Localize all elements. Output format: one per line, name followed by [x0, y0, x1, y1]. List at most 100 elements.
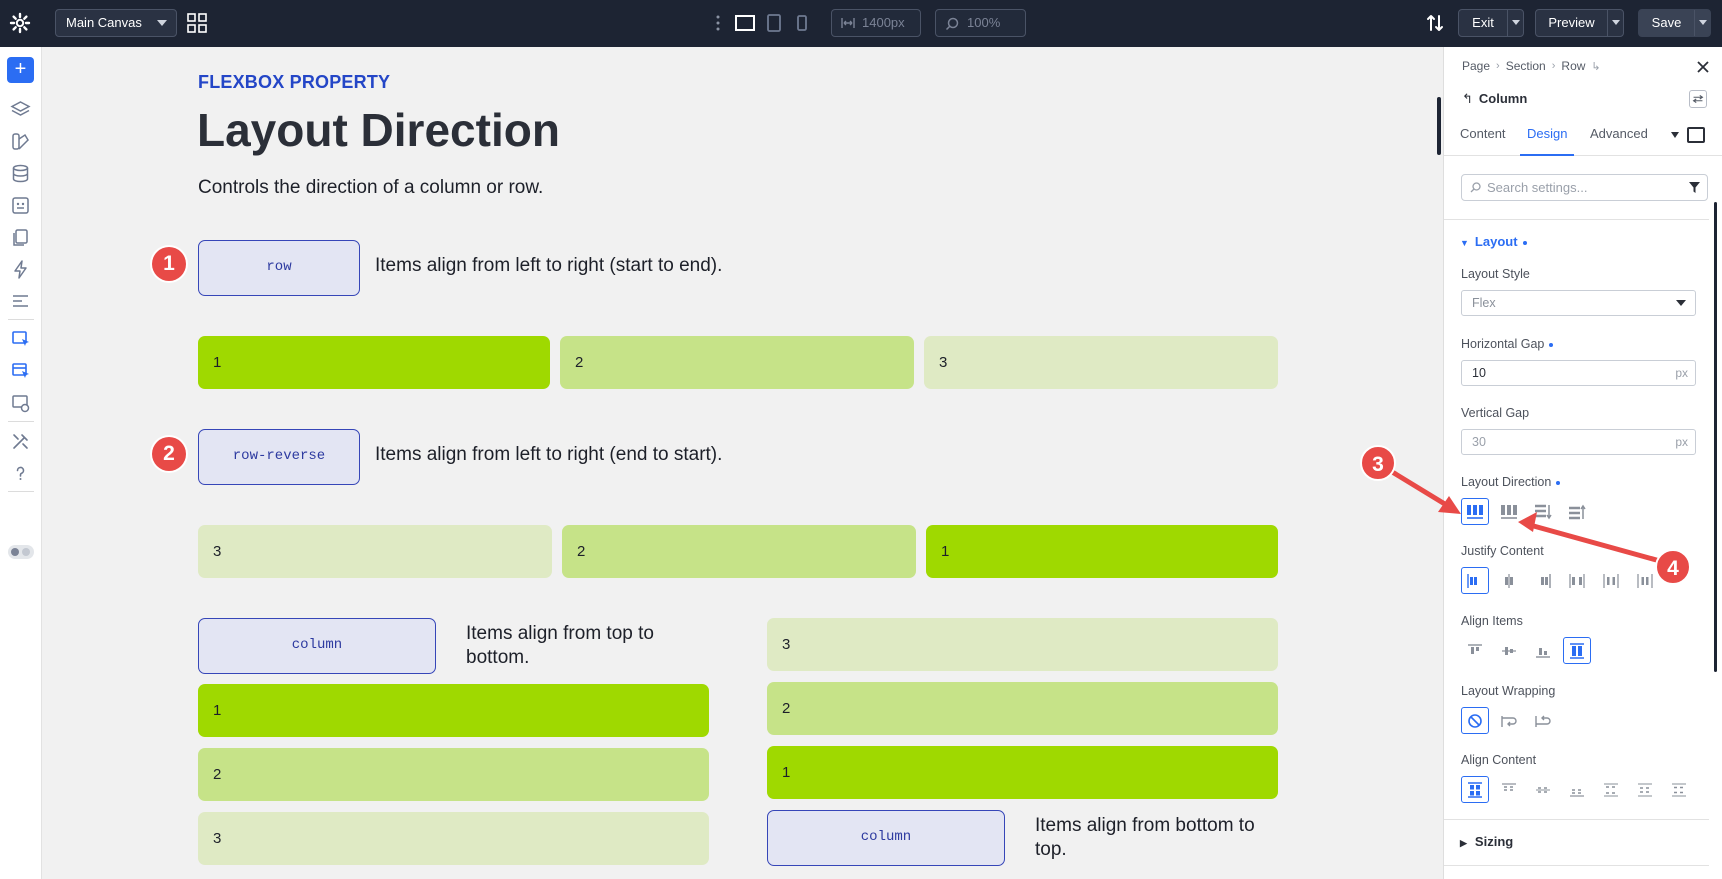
- save-options-toggle[interactable]: [1694, 10, 1710, 36]
- mode-toggle[interactable]: [8, 545, 34, 559]
- layout-grid-icon[interactable]: [187, 13, 207, 33]
- justify-space-around-button[interactable]: [1597, 567, 1625, 594]
- tab-advanced[interactable]: Advanced: [1590, 115, 1648, 156]
- sort-arrows-icon[interactable]: [1424, 12, 1446, 34]
- panel-options-icon[interactable]: [1689, 90, 1707, 108]
- exit-options-toggle[interactable]: [1507, 10, 1523, 36]
- wrap-button[interactable]: [1495, 707, 1523, 734]
- align-content-center-button[interactable]: [1529, 776, 1557, 803]
- flex-item[interactable]: 2: [198, 748, 709, 801]
- align-content-space-around-button[interactable]: [1631, 776, 1659, 803]
- justify-space-between-button[interactable]: [1563, 567, 1591, 594]
- flex-item[interactable]: 1: [767, 746, 1278, 799]
- align-content-end-button[interactable]: [1563, 776, 1591, 803]
- layout-style-select[interactable]: Flex: [1461, 290, 1696, 316]
- add-element-button[interactable]: +: [7, 57, 34, 83]
- flex-item[interactable]: 3: [767, 618, 1278, 671]
- wrap-reverse-button[interactable]: [1529, 707, 1557, 734]
- exit-button[interactable]: Exit: [1458, 9, 1524, 37]
- chevron-right-icon: ›: [1496, 60, 1500, 72]
- preview-label: Preview: [1548, 15, 1595, 30]
- flex-item[interactable]: 3: [924, 336, 1278, 389]
- flex-item[interactable]: 2: [767, 682, 1278, 735]
- canvas-select[interactable]: Main Canvas: [55, 9, 177, 37]
- tab-design[interactable]: Design: [1520, 115, 1575, 156]
- direction-chip-row[interactable]: row: [198, 240, 360, 296]
- template-icon[interactable]: [10, 195, 31, 216]
- design-palette-icon[interactable]: [10, 131, 31, 152]
- panel-scrollbar[interactable]: [1714, 202, 1717, 672]
- modified-indicator: [1522, 240, 1527, 245]
- justify-end-button[interactable]: [1529, 567, 1557, 594]
- canvas-width-input[interactable]: 1400px: [831, 9, 921, 37]
- help-icon[interactable]: [10, 463, 31, 484]
- horizontal-gap-input[interactable]: 10 px: [1461, 360, 1696, 386]
- layout-direction-options: [1461, 498, 1591, 525]
- direction-chip-column[interactable]: column: [198, 618, 436, 674]
- section-divider: [1444, 819, 1709, 820]
- tab-content[interactable]: Content: [1460, 115, 1506, 156]
- settings-gear-icon[interactable]: [8, 11, 32, 35]
- justify-start-button[interactable]: [1461, 567, 1489, 594]
- theme-customizer-icon[interactable]: [10, 361, 31, 382]
- layers-icon[interactable]: [10, 99, 31, 120]
- builder-app: Main Canvas 1400px 100% Exit Preview Sav…: [0, 0, 1722, 879]
- direction-chip-column-reverse[interactable]: column: [767, 810, 1005, 866]
- database-icon[interactable]: [10, 163, 31, 184]
- align-start-button[interactable]: [1461, 637, 1489, 664]
- justify-space-evenly-button[interactable]: [1631, 567, 1659, 594]
- pages-icon[interactable]: [10, 227, 31, 248]
- flex-item[interactable]: 1: [198, 336, 550, 389]
- back-arrow-icon[interactable]: ↰: [1462, 91, 1473, 106]
- align-content-stretch-icon: [1468, 781, 1482, 798]
- phone-view-icon[interactable]: [791, 13, 813, 33]
- breadcrumb-row[interactable]: Row: [1561, 59, 1585, 73]
- tablet-view-icon[interactable]: [763, 13, 785, 33]
- portability-icon[interactable]: [10, 393, 31, 414]
- align-content-stretch-button[interactable]: [1461, 776, 1489, 803]
- preview-options-toggle[interactable]: [1607, 10, 1623, 36]
- chevron-down-icon[interactable]: [1671, 132, 1679, 138]
- save-button[interactable]: Save: [1638, 9, 1711, 37]
- breadcrumb-page[interactable]: Page: [1462, 59, 1490, 73]
- section-sizing-toggle[interactable]: ▶ Sizing: [1460, 834, 1513, 849]
- align-content-space-between-button[interactable]: [1597, 776, 1625, 803]
- flex-item[interactable]: 3: [198, 812, 709, 865]
- direction-chip-row-reverse[interactable]: row-reverse: [198, 429, 360, 485]
- section-layout-toggle[interactable]: ▼ Layout: [1460, 234, 1527, 249]
- filter-icon[interactable]: [1688, 181, 1701, 194]
- vertical-gap-input[interactable]: 30 px: [1461, 429, 1696, 455]
- close-icon[interactable]: [1695, 59, 1711, 75]
- tools-icon[interactable]: [10, 431, 31, 452]
- flex-item[interactable]: 2: [562, 525, 916, 578]
- left-sidebar: +: [0, 47, 42, 879]
- flex-item[interactable]: 2: [560, 336, 914, 389]
- flex-item[interactable]: 1: [926, 525, 1278, 578]
- align-content-start-button[interactable]: [1495, 776, 1523, 803]
- theme-builder-icon[interactable]: [10, 329, 31, 350]
- flex-item[interactable]: 1: [198, 684, 709, 737]
- align-stretch-button[interactable]: [1563, 637, 1591, 664]
- more-vertical-icon[interactable]: [714, 13, 722, 33]
- zoom-input[interactable]: 100%: [935, 9, 1026, 37]
- align-end-button[interactable]: [1529, 637, 1557, 664]
- align-center-button[interactable]: [1495, 637, 1523, 664]
- direction-column-button[interactable]: [1529, 498, 1557, 525]
- horizontal-gap-unit[interactable]: px: [1675, 361, 1688, 385]
- canvas-scrollbar[interactable]: [1437, 97, 1441, 155]
- desktop-view-icon[interactable]: [734, 13, 756, 33]
- direction-row-reverse-button[interactable]: [1495, 498, 1523, 525]
- direction-row-button[interactable]: [1461, 498, 1489, 525]
- view-mode-icon[interactable]: [1687, 127, 1705, 143]
- vertical-gap-unit[interactable]: px: [1675, 430, 1688, 454]
- preview-button[interactable]: Preview: [1535, 9, 1624, 37]
- flex-item[interactable]: 3: [198, 525, 552, 578]
- no-wrap-button[interactable]: [1461, 707, 1489, 734]
- breadcrumb-section[interactable]: Section: [1506, 59, 1546, 73]
- align-content-space-evenly-button[interactable]: [1665, 776, 1693, 803]
- direction-column-reverse-button[interactable]: [1563, 498, 1591, 525]
- lightning-icon[interactable]: [10, 259, 31, 280]
- search-settings-input[interactable]: Search settings...: [1461, 174, 1708, 201]
- justify-center-button[interactable]: [1495, 567, 1523, 594]
- list-icon[interactable]: [10, 291, 31, 312]
